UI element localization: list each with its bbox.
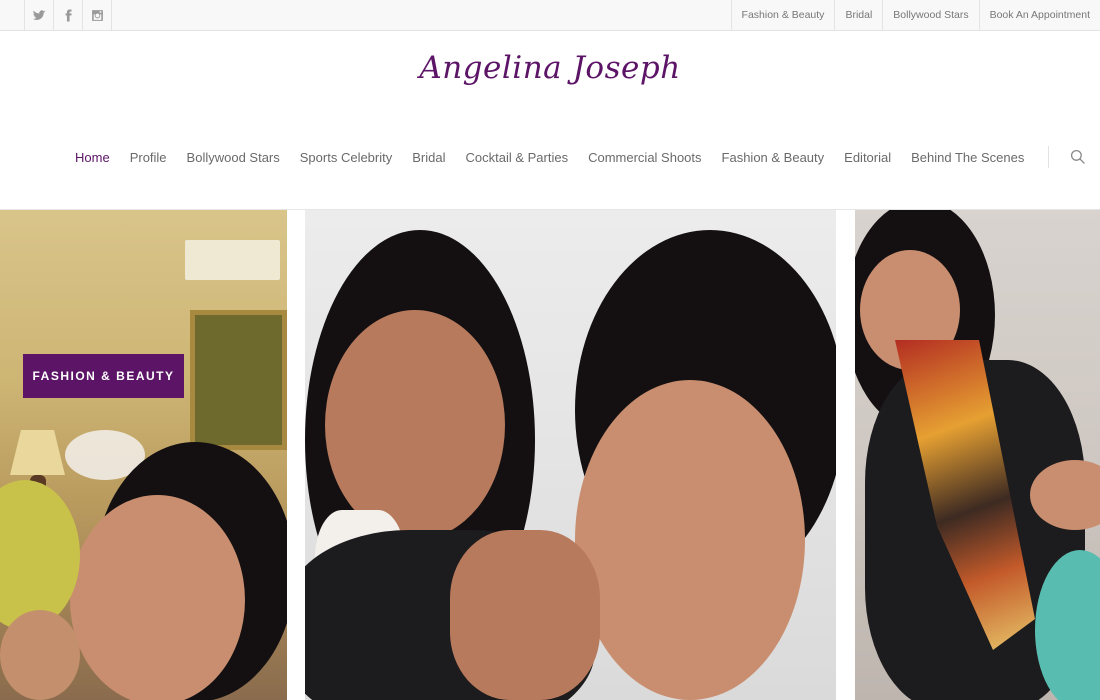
nav-item-sports-celebrity[interactable]: Sports Celebrity <box>300 150 392 165</box>
nav-item-commercial-shoots[interactable]: Commercial Shoots <box>588 150 701 165</box>
nav-item-fashion-beauty[interactable]: Fashion & Beauty <box>722 150 825 165</box>
search-icon <box>1071 149 1086 164</box>
top-link-fashion-beauty[interactable]: Fashion & Beauty <box>730 0 835 30</box>
instagram-icon <box>91 9 103 21</box>
category-badge[interactable]: Fashion & Beauty <box>23 354 184 398</box>
site-logo[interactable]: Angelina Joseph <box>0 50 1100 86</box>
wall-painting <box>190 310 287 450</box>
lamp-shade <box>10 430 65 475</box>
gallery-image-3[interactable] <box>855 210 1100 700</box>
nav-item-profile[interactable]: Profile <box>130 150 167 165</box>
instagram-link[interactable] <box>83 0 112 30</box>
air-conditioner <box>185 240 280 280</box>
artist-face <box>325 310 505 540</box>
facebook-icon <box>65 9 72 21</box>
artist-sleeve <box>0 480 80 630</box>
artist-hand <box>450 530 600 700</box>
nav-divider <box>1048 146 1050 168</box>
model-face <box>575 380 805 700</box>
gallery-image-1[interactable] <box>0 210 287 700</box>
search-button[interactable] <box>1069 148 1087 166</box>
top-link-book-appointment[interactable]: Book An Appointment <box>978 0 1100 30</box>
nav-item-behind-the-scenes[interactable]: Behind The Scenes <box>911 150 1024 165</box>
nav-item-home[interactable]: Home <box>75 150 110 165</box>
top-link-bollywood-stars[interactable]: Bollywood Stars <box>882 0 978 30</box>
artist-hand <box>0 610 80 700</box>
twitter-icon <box>32 9 45 20</box>
top-links: Fashion & Beauty Bridal Bollywood Stars … <box>730 0 1100 30</box>
main-nav: Home Profile Bollywood Stars Sports Cele… <box>75 140 1087 174</box>
top-bar: Fashion & Beauty Bridal Bollywood Stars … <box>0 0 1100 31</box>
twitter-link[interactable] <box>25 0 54 30</box>
top-link-bridal[interactable]: Bridal <box>834 0 882 30</box>
gallery-image-2[interactable] <box>305 210 836 700</box>
facebook-link[interactable] <box>54 0 83 30</box>
social-links <box>24 0 112 30</box>
nav-item-bollywood-stars[interactable]: Bollywood Stars <box>187 150 280 165</box>
nav-item-cocktail-parties[interactable]: Cocktail & Parties <box>466 150 569 165</box>
nav-item-editorial[interactable]: Editorial <box>844 150 891 165</box>
nav-item-bridal[interactable]: Bridal <box>412 150 445 165</box>
model-face <box>70 495 245 700</box>
